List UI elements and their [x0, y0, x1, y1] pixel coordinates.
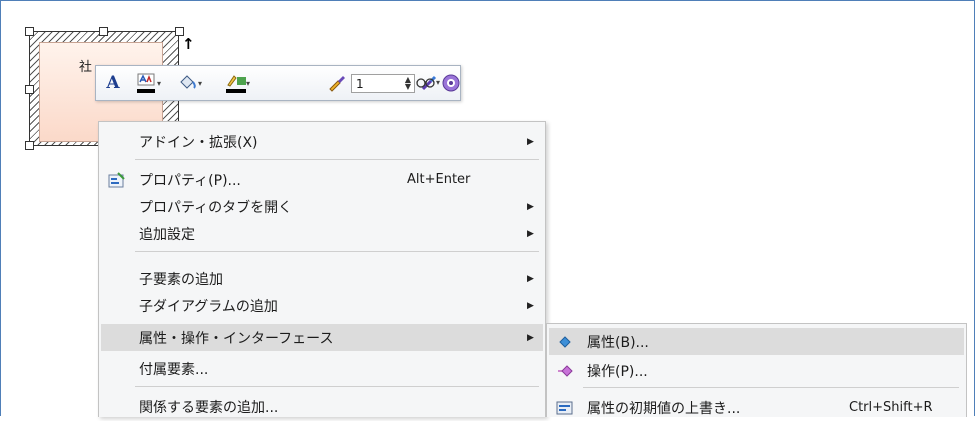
menu-item-addins[interactable]: アドイン・拡張(X) ▶: [101, 128, 543, 155]
format-toolbar: A ▾ ▾ ▾ 1 ▲ ▼: [95, 65, 461, 101]
submenu-arrow-icon: ▶: [527, 332, 534, 343]
font-button[interactable]: A: [104, 73, 122, 93]
menu-item-label: プロパティのタブを開く: [139, 199, 293, 216]
submenu-item-attributes[interactable]: 属性(B)...: [549, 328, 964, 355]
menu-item-label: アドイン・拡張(X): [139, 134, 258, 151]
direction-arrow-icon: ↑: [182, 35, 195, 53]
glasses-icon: [416, 78, 435, 88]
submenu-arrow-icon: ▶: [527, 273, 534, 284]
menu-item-attributes-operations[interactable]: 属性・操作・インターフェース ▶: [101, 324, 543, 351]
submenu-item-override-initial-values[interactable]: 属性の初期値の上書き... Ctrl+Shift+R: [549, 394, 964, 421]
menu-item-label: 関係する要素の追加...: [139, 399, 279, 416]
resize-handle-top[interactable]: [99, 27, 108, 36]
chevron-down-icon: ▾: [197, 78, 202, 88]
menu-item-open-property-tab[interactable]: プロパティのタブを開く ▶: [101, 193, 543, 220]
line-width-spinner[interactable]: 1 ▲ ▼: [351, 74, 415, 93]
font-color-icon: [136, 73, 157, 93]
menu-separator: [135, 386, 539, 387]
font-color-button[interactable]: ▾: [132, 73, 166, 93]
menu-item-label: 子ダイアグラムの追加: [139, 298, 278, 315]
context-menu: アドイン・拡張(X) ▶ プロパティ(P)... Alt+Enter プロパティ…: [98, 121, 546, 417]
diagram-canvas[interactable]: 社 ↑ A ▾ ▾ ▾ 1 ▲ ▼ ▾ アドイン・拡張(X) ▶ プロパティ(P…: [0, 0, 975, 417]
paintbrush-icon: [329, 76, 345, 92]
line-color-button[interactable]: ▾: [216, 73, 260, 93]
submenu-arrow-icon: ▶: [527, 300, 534, 311]
menu-shortcut: Ctrl+Shift+R: [849, 400, 933, 415]
help-icon: [442, 74, 460, 92]
menu-item-label: 追加設定: [139, 226, 195, 243]
spin-arrows[interactable]: ▲ ▼: [405, 76, 411, 91]
menu-item-properties[interactable]: プロパティ(P)... Alt+Enter: [101, 166, 543, 193]
format-painter-button[interactable]: [326, 73, 348, 93]
operation-icon: [558, 365, 573, 377]
help-button[interactable]: [442, 73, 460, 93]
menu-item-label: 属性(B)...: [587, 334, 649, 351]
menu-separator: [135, 159, 539, 160]
menu-item-add-child-diagram[interactable]: 子ダイアグラムの追加 ▶: [101, 292, 543, 319]
attribute-icon: [559, 336, 571, 348]
properties-icon: [108, 172, 125, 188]
menu-item-additional-settings[interactable]: 追加設定 ▶: [101, 220, 543, 247]
submenu-item-operations[interactable]: 操作(P)...: [549, 357, 964, 384]
submenu-arrow-icon: ▶: [527, 201, 534, 212]
override-values-icon: [556, 401, 573, 415]
line-width-value: 1: [356, 76, 364, 91]
paint-bucket-icon: [180, 75, 196, 89]
resize-handle-top-left[interactable]: [25, 27, 34, 36]
line-color-icon: [225, 73, 246, 93]
menu-item-label: 子要素の追加: [139, 271, 223, 288]
submenu-arrow-icon: ▶: [527, 228, 534, 239]
submenu-arrow-icon: ▶: [527, 136, 534, 147]
menu-item-add-child-element[interactable]: 子要素の追加 ▶: [101, 265, 543, 292]
menu-item-label: 属性の初期値の上書き...: [587, 400, 741, 417]
menu-item-label: プロパティ(P)...: [139, 172, 241, 189]
chevron-down-icon: ▾: [436, 77, 441, 87]
attributes-submenu: 属性(B)... 操作(P)... 属性の初期値の上書き... Ctrl+Shi…: [546, 323, 967, 417]
view-options-button[interactable]: ▾: [416, 72, 442, 92]
resize-handle-left[interactable]: [25, 85, 34, 94]
element-name-label: 社: [79, 60, 93, 75]
chevron-down-icon: ▾: [156, 78, 161, 88]
menu-shortcut: Alt+Enter: [407, 172, 471, 187]
menu-item-label: 属性・操作・インターフェース: [139, 330, 334, 347]
menu-item-label: 操作(P)...: [587, 363, 648, 380]
fill-color-button[interactable]: ▾: [174, 73, 206, 93]
spin-down-icon[interactable]: ▼: [405, 82, 411, 91]
menu-item-attached-elements[interactable]: 付属要素...: [101, 355, 543, 382]
menu-separator: [135, 251, 539, 252]
menu-item-label: 付属要素...: [139, 361, 209, 378]
menu-separator: [583, 387, 959, 388]
resize-handle-bottom-left[interactable]: [25, 141, 34, 150]
